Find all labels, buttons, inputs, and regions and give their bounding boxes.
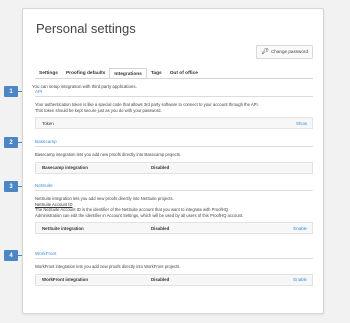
tab-divider [35, 78, 313, 79]
page-title: Personal settings [36, 21, 136, 36]
table-row: Basecamp integration Disabled [35, 161, 313, 174]
table-row: Token Show [35, 117, 313, 130]
netsuite-description: NetSuite integration lets you add new pr… [35, 196, 313, 218]
key-icon: 🔑︎ [261, 49, 269, 55]
netsuite-status: Disabled [151, 225, 170, 231]
netsuite-integration-label: NetSuite integration [42, 225, 84, 231]
basecamp-description: Basecamp integration lets you add new pr… [35, 152, 182, 157]
section-api: API Your authentication token is like a … [35, 89, 313, 130]
callout-marker-4: 4 [4, 250, 18, 261]
api-text-2: This token should be kept secure just as… [35, 107, 162, 113]
table-row: NetSuite integration Disabled Enable [35, 222, 313, 235]
callout-marker-1: 1 [4, 86, 18, 97]
workfront-description: WorkFront integration lets you add new p… [35, 264, 181, 269]
settings-card: Personal settings 🔑︎ Change password Set… [22, 8, 324, 314]
callout-marker-3: 3 [4, 181, 18, 192]
workfront-integration-label: WorkFront integration [42, 277, 89, 283]
basecamp-status: Disabled [151, 165, 170, 171]
section-workfront: WorkFront WorkFront integration lets you… [35, 251, 313, 286]
change-password-label: Change password [270, 49, 308, 54]
change-password-button[interactable]: 🔑︎ Change password [256, 45, 313, 59]
netsuite-enable-link[interactable]: Enable [293, 226, 312, 231]
show-token-link[interactable]: Show [296, 121, 312, 126]
netsuite-text-3: Administration can edit the identifier i… [35, 212, 244, 218]
basecamp-integration-label: Basecamp integration [42, 165, 88, 171]
section-label-netsuite: NetSuite [35, 183, 313, 191]
token-label: Token [42, 120, 54, 126]
workfront-status: Disabled [151, 277, 170, 283]
section-netsuite: NetSuite NetSuite integration lets you a… [35, 183, 313, 235]
api-description: Your authentication token is like a spec… [35, 102, 313, 113]
table-row: WorkFront integration Disabled Enable [35, 273, 313, 286]
section-label-workfront: WorkFront [35, 251, 313, 259]
workfront-enable-link[interactable]: Enable [293, 277, 312, 282]
section-basecamp: Basecamp Basecamp integration lets you a… [35, 139, 313, 174]
section-label-basecamp: Basecamp [35, 139, 313, 147]
section-label-api: API [35, 89, 313, 97]
callout-marker-2: 2 [4, 137, 18, 148]
